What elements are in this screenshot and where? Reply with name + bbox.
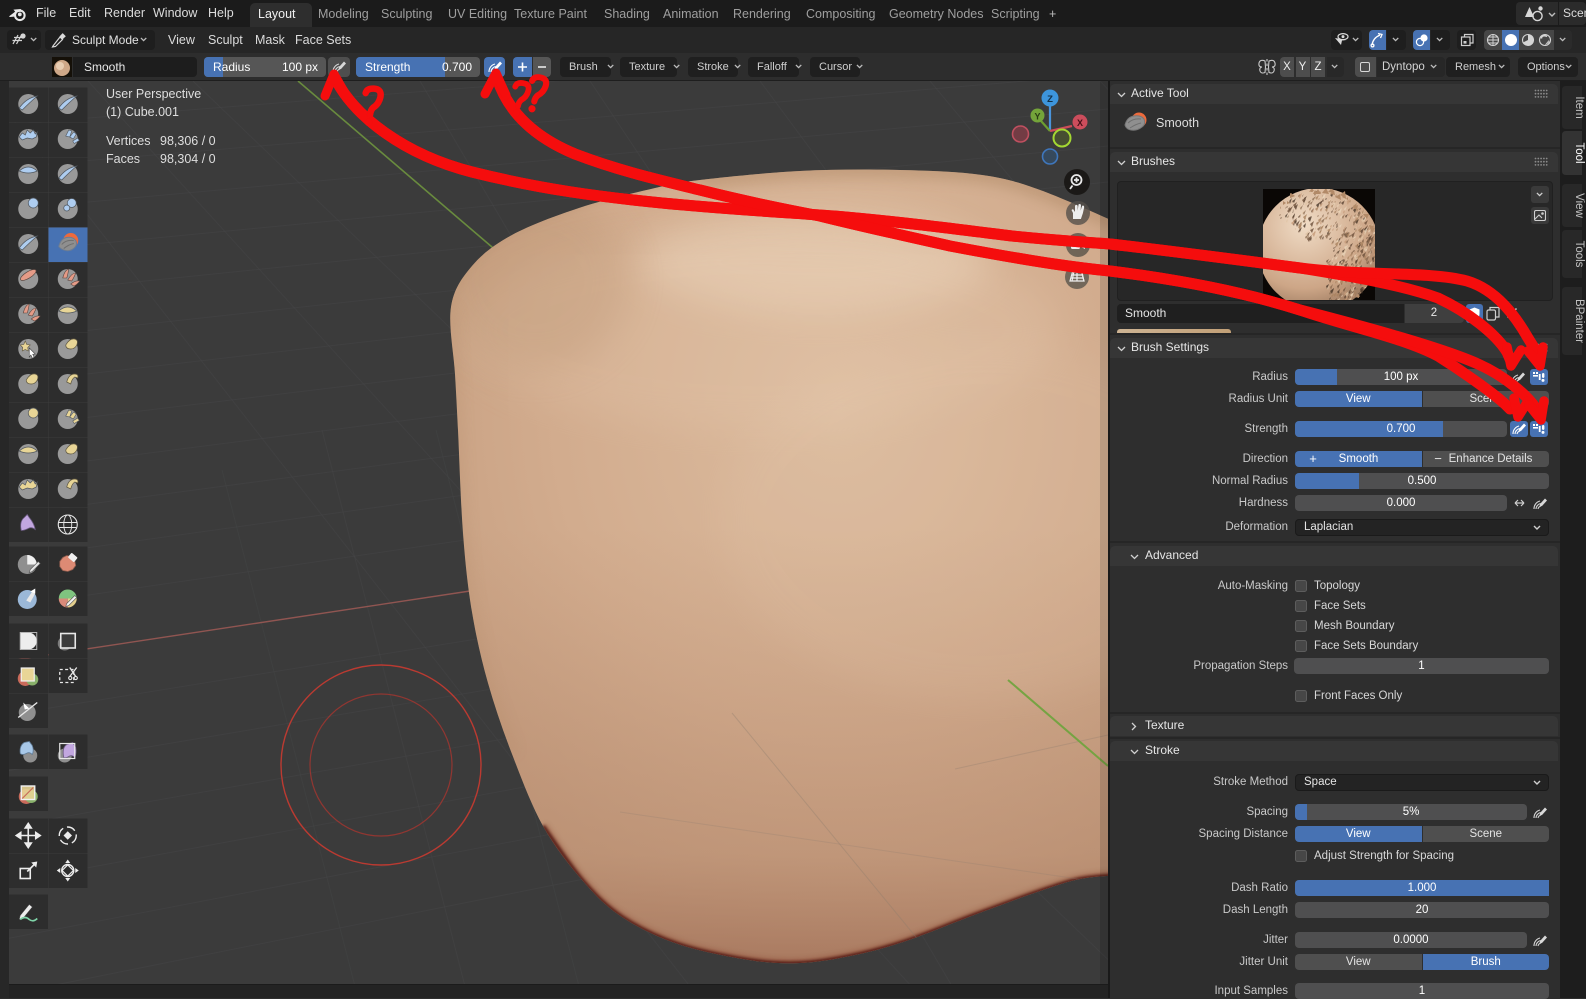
- svg-text:Faces: Faces: [106, 152, 140, 166]
- svg-text:Z: Z: [1047, 94, 1053, 105]
- svg-text:Tools: Tools: [1573, 241, 1585, 268]
- svg-text:Item: Item: [1573, 96, 1585, 118]
- svg-text:Vertices: Vertices: [106, 134, 150, 148]
- svg-text:Y: Y: [1034, 112, 1040, 122]
- svg-text:98,304 / 0: 98,304 / 0: [160, 152, 216, 166]
- svg-text:View: View: [1573, 193, 1585, 218]
- svg-text:X: X: [1077, 118, 1083, 128]
- svg-text:User Perspective: User Perspective: [106, 87, 201, 101]
- svg-text:(1) Cube.001: (1) Cube.001: [106, 105, 179, 119]
- svg-text:98,306 / 0: 98,306 / 0: [160, 134, 216, 148]
- svg-text:Tool: Tool: [1573, 142, 1585, 163]
- svg-text:BPainter: BPainter: [1573, 299, 1585, 343]
